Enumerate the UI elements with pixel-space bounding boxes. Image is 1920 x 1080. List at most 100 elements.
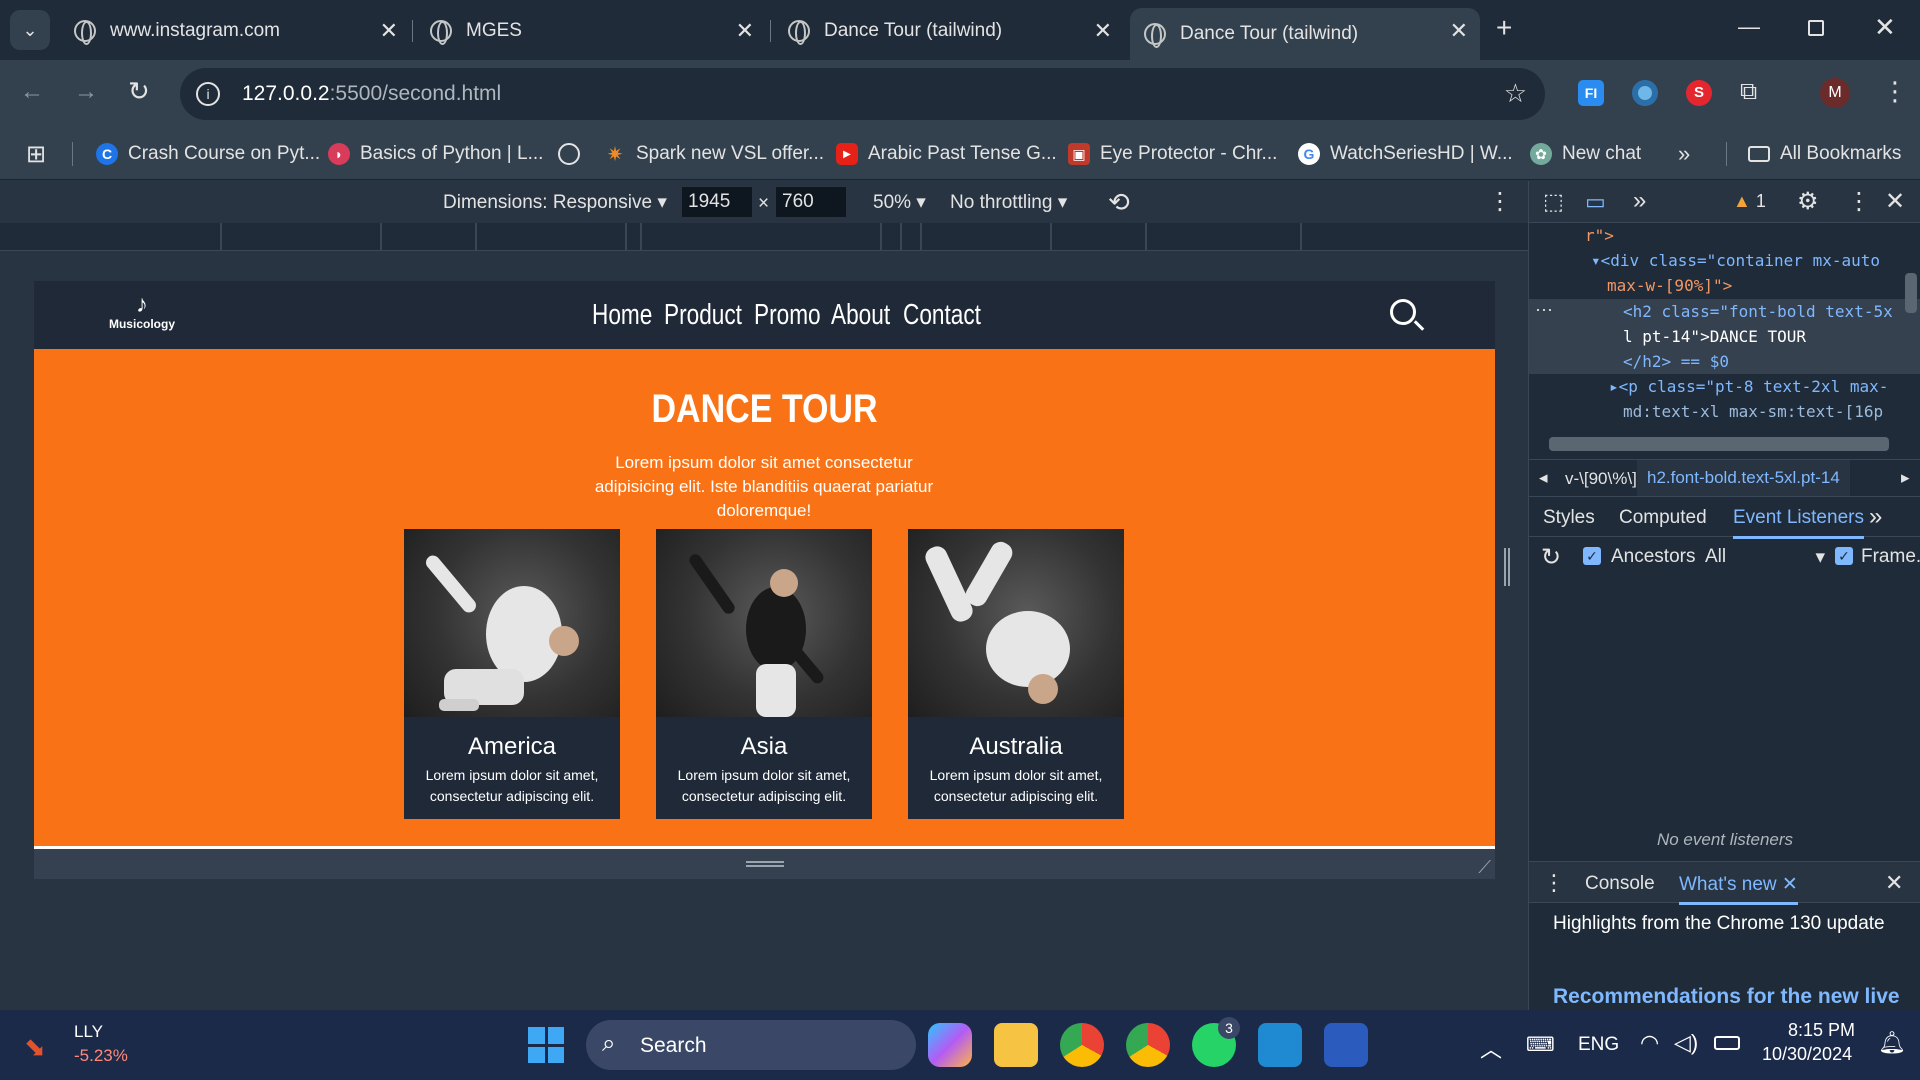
more-tabs-icon[interactable]: »: [1869, 503, 1882, 531]
ancestors-checkbox[interactable]: ✓: [1583, 547, 1601, 565]
vertical-scrollbar[interactable]: [1905, 273, 1917, 313]
rotate-icon[interactable]: ⟲: [1108, 187, 1130, 218]
code-line[interactable]: r">: [1585, 223, 1614, 248]
close-drawer-icon[interactable]: ✕: [1885, 870, 1903, 896]
tab-styles[interactable]: Styles: [1543, 507, 1595, 529]
code-line[interactable]: ▸<p class="pt-8 text-2xl max-: [1609, 374, 1888, 399]
minimize-button[interactable]: —: [1738, 14, 1760, 40]
browser-menu-icon[interactable]: ⋮: [1882, 76, 1908, 107]
breadcrumb-item[interactable]: v-\[90\%\]: [1565, 469, 1637, 489]
more-panels-icon[interactable]: »: [1633, 187, 1646, 215]
corner-resize-icon[interactable]: ⟋: [1478, 857, 1491, 878]
extension-fi-icon[interactable]: FI: [1578, 80, 1604, 106]
close-window-button[interactable]: ✕: [1874, 12, 1896, 43]
notifications-bell-icon[interactable]: 🔔︎: [1878, 1030, 1906, 1056]
start-button[interactable]: [528, 1027, 564, 1063]
taskbar-search-box[interactable]: ⌕ Search: [586, 1020, 916, 1070]
close-tab-icon[interactable]: ✕: [380, 18, 398, 44]
tab-dance-tour-1[interactable]: Dance Tour (tailwind) ✕: [774, 8, 1124, 54]
nav-product[interactable]: Product: [664, 299, 742, 332]
bookmark-star-icon[interactable]: ☆: [1504, 78, 1527, 109]
search-icon[interactable]: [1390, 299, 1425, 331]
close-tab-icon[interactable]: ✕: [1450, 18, 1468, 44]
file-explorer-icon[interactable]: [994, 1023, 1038, 1067]
wifi-icon[interactable]: ◠: [1640, 1030, 1659, 1056]
new-tab-button[interactable]: +: [1496, 12, 1512, 44]
tab-mges[interactable]: MGES ✕: [416, 8, 766, 54]
viewport-right-resize-handle[interactable]: [1504, 548, 1510, 586]
bookmark-item[interactable]: ▶ Arabic Past Tense G...: [836, 136, 1057, 172]
tab-computed[interactable]: Computed: [1619, 507, 1707, 529]
drawer-menu-icon[interactable]: ⋮: [1543, 870, 1565, 896]
site-info-icon[interactable]: i: [196, 82, 220, 106]
inspect-element-icon[interactable]: ⬚: [1543, 189, 1564, 215]
more-bookmarks-icon[interactable]: »: [1678, 136, 1690, 172]
extensions-puzzle-icon[interactable]: ⧉: [1740, 78, 1757, 106]
word-icon[interactable]: [1324, 1023, 1368, 1067]
nav-home[interactable]: Home: [592, 299, 652, 332]
chrome-profile-icon[interactable]: [1126, 1023, 1170, 1067]
address-bar[interactable]: i 127.0.0.2:5500/second.html ☆: [180, 68, 1545, 120]
language-indicator[interactable]: ENG: [1578, 1034, 1619, 1056]
bookmark-item[interactable]: ✷ Spark new VSL offer...: [604, 136, 824, 172]
reload-button[interactable]: ↻: [128, 76, 150, 107]
nav-about[interactable]: About: [831, 299, 890, 332]
viewport-bottom-resize-handle[interactable]: ⟋: [34, 849, 1495, 879]
copilot-icon[interactable]: [928, 1023, 972, 1067]
tour-card-asia[interactable]: Asia Lorem ipsum dolor sit amet, consect…: [656, 529, 872, 819]
extension-s-icon[interactable]: S: [1686, 80, 1712, 106]
tour-card-australia[interactable]: Australia Lorem ipsum dolor sit amet, co…: [908, 529, 1124, 819]
vscode-icon[interactable]: [1258, 1023, 1302, 1067]
tab-search-button[interactable]: ⌄: [10, 10, 50, 50]
settings-gear-icon[interactable]: ⚙: [1797, 187, 1819, 216]
bookmark-item[interactable]: G WatchSeriesHD | W...: [1298, 136, 1513, 172]
forward-button[interactable]: →: [74, 78, 98, 106]
volume-icon[interactable]: ◁): [1674, 1030, 1698, 1056]
framework-checkbox[interactable]: ✓: [1835, 547, 1853, 565]
zoom-dropdown[interactable]: 50% ▾: [873, 191, 926, 214]
bookmark-item[interactable]: ◗ Basics of Python | L...: [328, 136, 543, 172]
throttling-dropdown[interactable]: No throttling ▾: [950, 191, 1067, 214]
all-bookmarks-button[interactable]: All Bookmarks: [1748, 136, 1901, 172]
breadcrumb-back-icon[interactable]: ◂: [1539, 468, 1548, 488]
refresh-icon[interactable]: ↻: [1541, 543, 1561, 572]
dimensions-dropdown[interactable]: Dimensions: Responsive ▾: [443, 191, 667, 214]
drawer-link[interactable]: Recommendations for the new live: [1553, 985, 1905, 1009]
tab-instagram[interactable]: www.instagram.com ✕: [60, 8, 410, 54]
warning-badge[interactable]: ▲ 1: [1733, 191, 1766, 212]
code-line[interactable]: <h2 class="font-bold text-5x: [1623, 299, 1893, 324]
node-ellipsis-icon[interactable]: ···: [1535, 299, 1553, 320]
close-tab-icon[interactable]: ✕: [1782, 874, 1798, 895]
restore-button[interactable]: [1808, 20, 1824, 36]
extension-circle-icon[interactable]: [1632, 80, 1658, 106]
breadcrumb-forward-icon[interactable]: ▸: [1901, 468, 1910, 488]
tour-card-america[interactable]: America Lorem ipsum dolor sit amet, cons…: [404, 529, 620, 819]
height-input[interactable]: 760: [776, 187, 846, 217]
nav-promo[interactable]: Promo: [754, 299, 821, 332]
show-hidden-icons[interactable]: ︿: [1480, 1032, 1502, 1064]
back-button[interactable]: ←: [20, 78, 44, 106]
chrome-icon[interactable]: [1060, 1023, 1104, 1067]
keyboard-icon[interactable]: ⌨: [1526, 1032, 1555, 1057]
nav-contact[interactable]: Contact: [903, 299, 981, 332]
horizontal-scrollbar[interactable]: [1549, 437, 1889, 451]
apps-grid-icon[interactable]: ⊞: [26, 136, 46, 172]
tab-console[interactable]: Console: [1585, 873, 1655, 895]
tab-event-listeners[interactable]: Event Listeners: [1733, 507, 1864, 539]
device-toolbar-menu-icon[interactable]: ⋮: [1488, 187, 1512, 216]
width-input[interactable]: 1945: [682, 187, 752, 217]
breadcrumb-item-selected[interactable]: h2.font-bold.text-5xl.pt-14: [1637, 460, 1850, 496]
filter-select[interactable]: All ▾: [1705, 546, 1825, 568]
clock-time[interactable]: 8:15 PM: [1788, 1020, 1855, 1041]
tab-whats-new[interactable]: What's new ✕: [1679, 873, 1798, 905]
bookmark-item[interactable]: C Crash Course on Pyt...: [96, 136, 320, 172]
close-tab-icon[interactable]: ✕: [736, 18, 754, 44]
device-mode-icon[interactable]: ▭: [1585, 189, 1606, 215]
tab-dance-tour-active[interactable]: Dance Tour (tailwind) ✕: [1130, 8, 1480, 60]
bookmark-item[interactable]: ✿ New chat: [1530, 136, 1641, 172]
clock-date[interactable]: 10/30/2024: [1762, 1044, 1852, 1065]
bookmark-item[interactable]: ▣ Eye Protector - Chr...: [1068, 136, 1277, 172]
battery-icon[interactable]: [1714, 1036, 1740, 1050]
logo[interactable]: ♪ Musicology: [106, 293, 178, 332]
whatsapp-icon[interactable]: 3: [1192, 1017, 1240, 1067]
